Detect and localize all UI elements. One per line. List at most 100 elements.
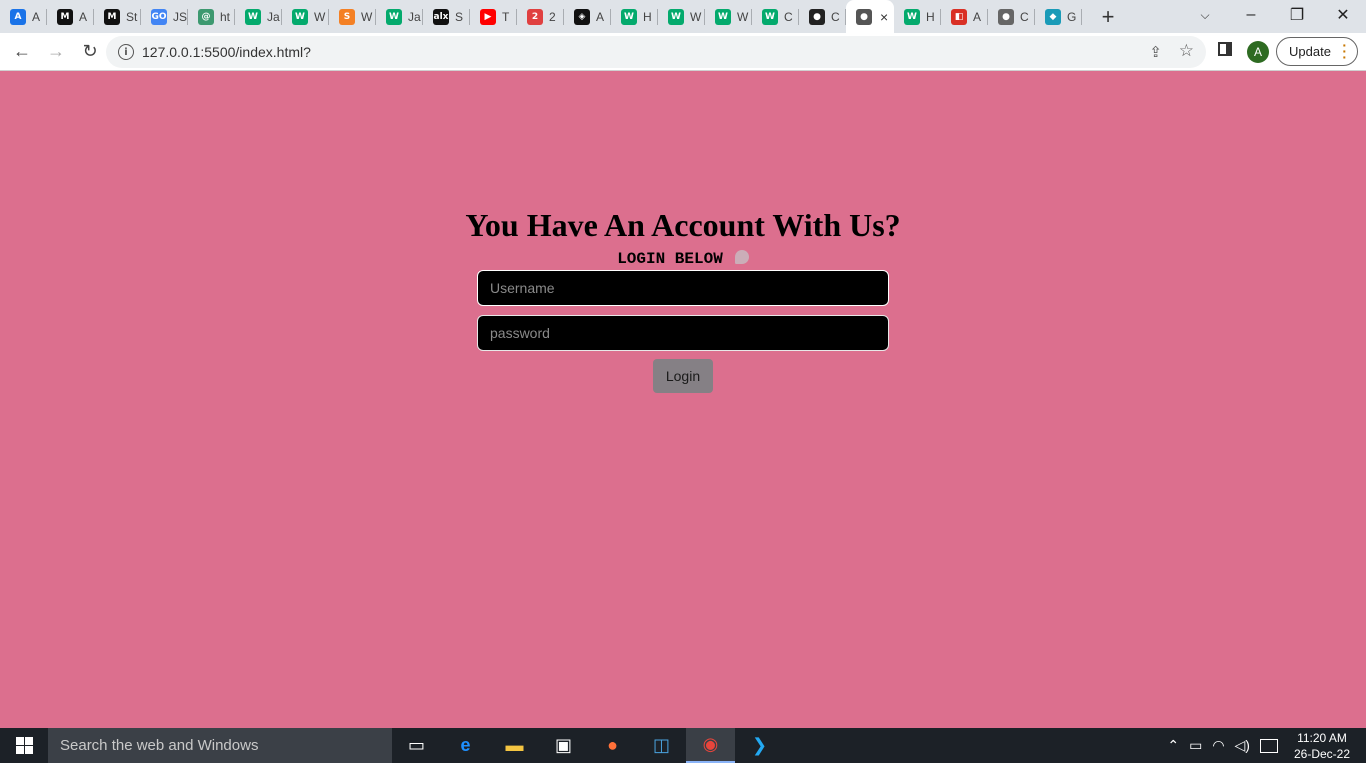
browser-tab[interactable]: MA bbox=[47, 0, 94, 33]
browser-tab[interactable]: W Ja bbox=[235, 0, 282, 33]
tab-favicon-icon: ● bbox=[809, 8, 825, 25]
system-tray: ⌃ ▭ ◠ ◁) 11:20 AM 26-Dec-22 bbox=[1167, 728, 1366, 763]
chrome-icon[interactable]: ◉ bbox=[686, 728, 735, 763]
tab-list: A A M A M St GO JS @ ht W Ja W W S W W Ja alx S ▶ T 2 2 ◈ A W H W W W W… bbox=[0, 0, 1128, 33]
tab-favicon-icon: W bbox=[762, 8, 778, 25]
tab-title: H bbox=[926, 9, 935, 24]
battery-icon[interactable]: ▭ bbox=[1189, 737, 1202, 754]
browser-tab[interactable]: alx S bbox=[423, 0, 470, 33]
browser-tab[interactable]: WW bbox=[282, 0, 329, 33]
new-tab-button[interactable]: + bbox=[1088, 0, 1128, 33]
tab-title: S bbox=[455, 9, 464, 24]
volume-icon[interactable]: ◁) bbox=[1235, 737, 1250, 754]
tab-favicon-icon: ◈ bbox=[574, 8, 590, 25]
browser-tab-strip: A A M A M St GO JS @ ht W Ja W W S W W Ja alx S ▶ T 2 2 ◈ A W H W W W W… bbox=[0, 0, 1366, 33]
login-subheading: LOGIN BELOW bbox=[0, 250, 1366, 268]
globe-icon: ● bbox=[856, 8, 872, 25]
profile-avatar[interactable]: A bbox=[1247, 41, 1269, 63]
browser-tab[interactable]: WH bbox=[611, 0, 658, 33]
edge-browser-icon[interactable]: e bbox=[441, 728, 490, 763]
browser-tab[interactable]: AA bbox=[0, 0, 47, 33]
close-tab-icon[interactable]: × bbox=[880, 9, 888, 25]
app-icon[interactable]: ◫ bbox=[637, 728, 686, 763]
tab-favicon-icon: @ bbox=[198, 8, 214, 25]
tab-favicon-icon: 2 bbox=[527, 8, 543, 25]
page-heading: You Have An Account With Us? bbox=[465, 207, 901, 243]
tab-favicon-icon: M bbox=[104, 8, 120, 25]
browser-tab[interactable]: ◧ A bbox=[941, 0, 988, 33]
browser-toolbar: ← → ↻ i 127.0.0.1:5500/index.html? ⇪ ☆ A… bbox=[0, 33, 1366, 71]
tab-favicon-icon: GO bbox=[151, 8, 167, 25]
update-button-label: Update bbox=[1289, 44, 1331, 59]
minimize-button[interactable]: – bbox=[1228, 0, 1274, 30]
restore-button[interactable]: ❐ bbox=[1274, 0, 1320, 30]
tab-title: A bbox=[79, 9, 88, 24]
tab-title: A bbox=[596, 9, 605, 24]
tab-favicon-icon: W bbox=[386, 8, 402, 25]
browser-tab[interactable]: WW bbox=[705, 0, 752, 33]
browser-tab[interactable]: ● C bbox=[988, 0, 1035, 33]
store-icon[interactable]: ▣ bbox=[539, 728, 588, 763]
browser-tab[interactable]: @ ht bbox=[188, 0, 235, 33]
active-browser-tab[interactable]: ● × bbox=[846, 0, 894, 33]
clock[interactable]: 11:20 AM 26-Dec-22 bbox=[1294, 730, 1350, 762]
close-window-button[interactable]: ✕ bbox=[1320, 0, 1366, 30]
tab-title: ht bbox=[220, 9, 231, 24]
tab-favicon-icon: W bbox=[245, 8, 261, 25]
window-controls: – ❐ ✕ bbox=[1228, 0, 1366, 33]
start-button[interactable] bbox=[0, 728, 48, 763]
browser-tab[interactable]: WW bbox=[658, 0, 705, 33]
browser-tab[interactable]: GO JS bbox=[141, 0, 188, 33]
browser-tab[interactable]: ● C bbox=[799, 0, 846, 33]
url-text[interactable]: 127.0.0.1:5500/index.html? bbox=[142, 44, 311, 60]
browser-tab[interactable]: 22 bbox=[517, 0, 564, 33]
browser-tab[interactable]: ▶ T bbox=[470, 0, 517, 33]
update-button[interactable]: Update · · · bbox=[1276, 37, 1358, 66]
taskbar-search-box[interactable]: Search the web and Windows bbox=[48, 728, 392, 763]
browser-tab[interactable]: ◈ A bbox=[564, 0, 611, 33]
tab-favicon-icon: W bbox=[715, 8, 731, 25]
address-bar[interactable]: i 127.0.0.1:5500/index.html? ⇪ ☆ bbox=[106, 36, 1206, 68]
tab-favicon-icon: W bbox=[621, 8, 637, 25]
task-view-icon[interactable]: ▭ bbox=[392, 728, 441, 763]
tab-title: 2 bbox=[549, 9, 556, 24]
browser-tab[interactable]: M St bbox=[94, 0, 141, 33]
tab-favicon-icon: W bbox=[292, 8, 308, 25]
wifi-icon[interactable]: ◠ bbox=[1212, 737, 1224, 754]
browser-tab[interactable]: W Ja bbox=[376, 0, 423, 33]
tab-title: W bbox=[314, 9, 326, 24]
site-info-icon[interactable]: i bbox=[118, 44, 134, 60]
back-arrow-icon[interactable]: ← bbox=[6, 36, 38, 68]
tab-title: C bbox=[784, 9, 793, 24]
browser-tab[interactable]: SW bbox=[329, 0, 376, 33]
tab-favicon-icon: S bbox=[339, 8, 355, 25]
tab-favicon-icon: ◆ bbox=[1045, 8, 1061, 25]
tab-title: A bbox=[32, 9, 41, 24]
browser-tab[interactable]: WH bbox=[894, 0, 941, 33]
username-input[interactable] bbox=[477, 270, 889, 306]
file-explorer-icon[interactable]: ▬ bbox=[490, 728, 539, 763]
clock-date: 26-Dec-22 bbox=[1293, 746, 1350, 761]
firefox-icon[interactable]: ● bbox=[588, 728, 637, 763]
tab-search-chevron-icon[interactable]: ⌵ bbox=[1190, 0, 1220, 30]
share-icon[interactable]: ⇪ bbox=[1149, 43, 1162, 61]
browser-tab[interactable]: WC bbox=[752, 0, 799, 33]
tab-title: Ja bbox=[408, 9, 421, 24]
vscode-icon[interactable]: ❯ bbox=[735, 728, 784, 763]
pointing-down-emoji-icon bbox=[734, 250, 749, 264]
reload-icon[interactable]: ↻ bbox=[74, 36, 106, 68]
tab-title: C bbox=[831, 9, 840, 24]
side-panel-icon[interactable] bbox=[1218, 42, 1232, 56]
tab-title: Ja bbox=[267, 9, 280, 24]
forward-arrow-icon[interactable]: → bbox=[40, 36, 72, 68]
tab-title: T bbox=[502, 9, 510, 24]
login-button[interactable]: Login bbox=[653, 359, 713, 393]
page-content: You Have An Account With Us? LOGIN BELOW… bbox=[0, 71, 1366, 728]
password-input[interactable] bbox=[477, 315, 889, 351]
tab-favicon-icon: ▶ bbox=[480, 8, 496, 25]
show-hidden-icons-icon[interactable]: ⌃ bbox=[1167, 737, 1179, 754]
tab-title: W bbox=[690, 9, 702, 24]
notifications-icon[interactable] bbox=[1259, 738, 1278, 753]
bookmark-star-icon[interactable]: ☆ bbox=[1179, 41, 1194, 61]
browser-tab[interactable]: ◆ G bbox=[1035, 0, 1082, 33]
